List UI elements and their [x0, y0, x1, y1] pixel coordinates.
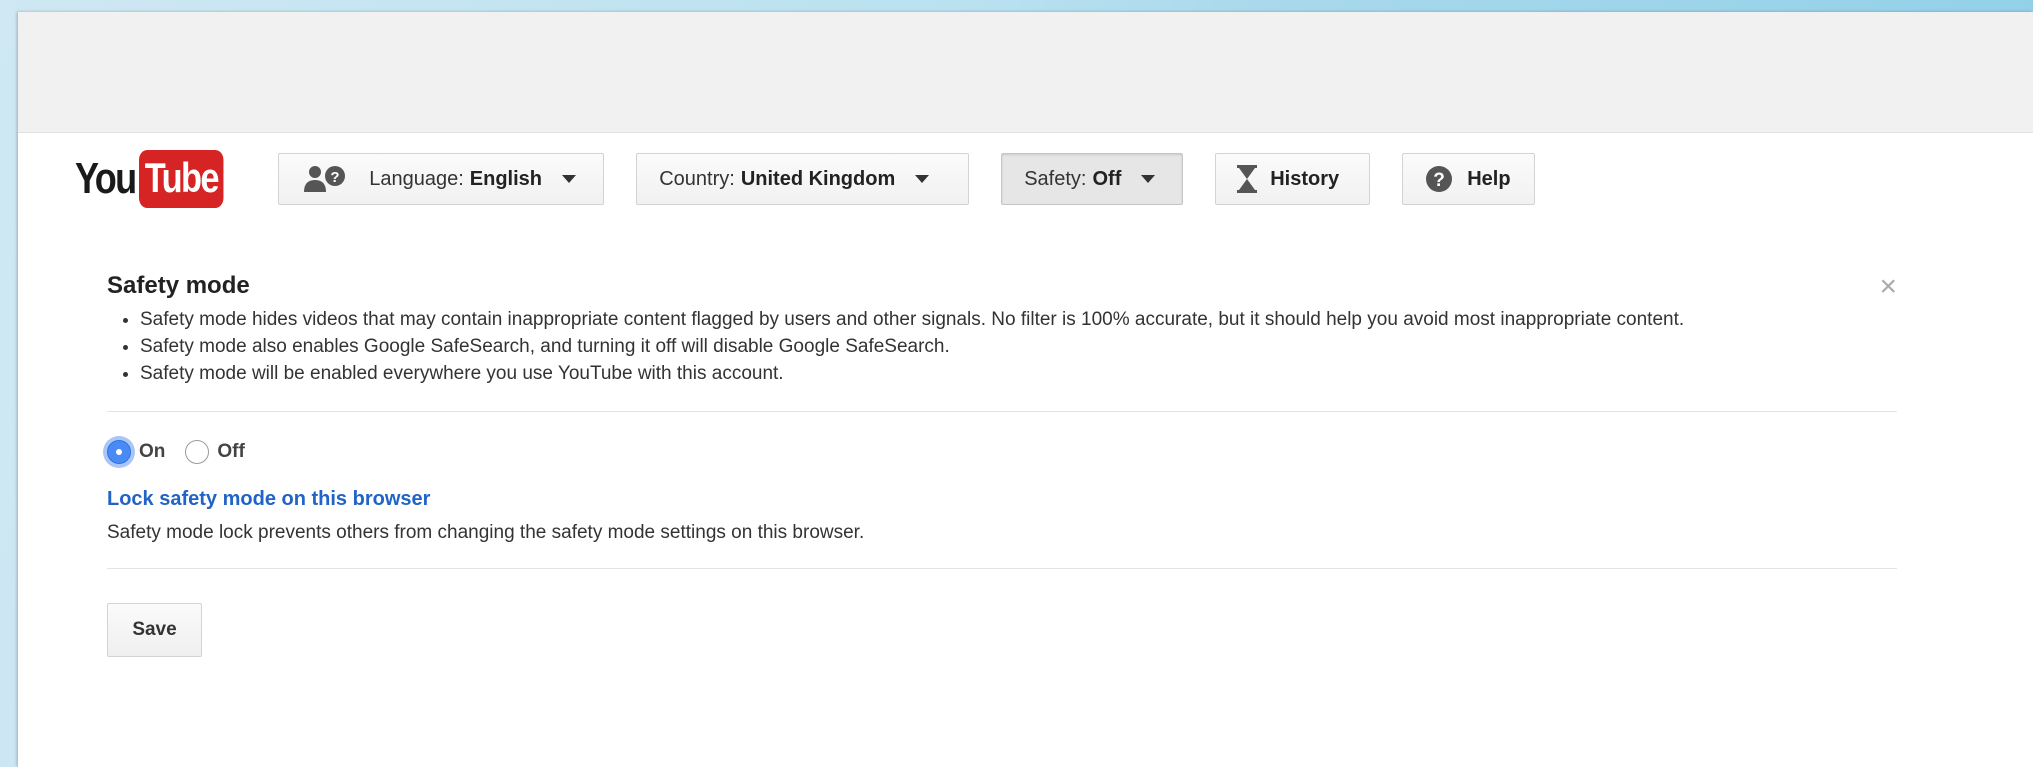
history-button[interactable]: History: [1215, 153, 1371, 205]
history-label: History: [1270, 167, 1340, 190]
info-list: Safety mode hides videos that may contai…: [107, 306, 1897, 387]
radio-off-circle[interactable]: [185, 440, 210, 464]
youtube-logo[interactable]: You Tube: [75, 149, 242, 209]
panel-title: Safety mode: [107, 272, 250, 299]
language-value: English: [469, 167, 542, 190]
hourglass-icon: [1236, 164, 1258, 194]
language-label: Language:: [369, 167, 464, 190]
chevron-down-icon: [915, 175, 930, 183]
country-label: Country:: [659, 167, 735, 190]
safety-label: Safety:: [1024, 167, 1087, 190]
divider: [107, 411, 1897, 412]
help-button[interactable]: ? Help: [1402, 153, 1536, 205]
question-circle-icon: ?: [1425, 165, 1453, 193]
divider: [107, 568, 1897, 569]
language-button[interactable]: ? Language: English: [278, 153, 605, 205]
radio-off-label: Off: [217, 441, 245, 462]
safety-radio-group: On Off: [107, 432, 1897, 472]
lock-safety-mode-link[interactable]: Lock safety mode on this browser: [107, 484, 1897, 514]
chevron-down-icon: [562, 175, 576, 183]
safety-value: Off: [1092, 167, 1122, 190]
lock-description: Safety mode lock prevents others from ch…: [107, 522, 865, 543]
footer-toolbar: You Tube ? Language: English Country: Un…: [75, 149, 1567, 209]
country-button[interactable]: Country: United Kingdom: [636, 153, 970, 205]
svg-text:?: ?: [1433, 170, 1445, 191]
logo-tube-text: Tube: [139, 150, 224, 208]
radio-on[interactable]: On: [107, 440, 165, 464]
chevron-down-icon: [1141, 175, 1156, 183]
radio-on-circle[interactable]: [107, 440, 131, 464]
country-value: United Kingdom: [740, 167, 896, 190]
radio-off[interactable]: Off: [185, 440, 245, 464]
list-item: Safety mode will be enabled everywhere y…: [140, 360, 1897, 387]
logo-you-text: You: [75, 154, 137, 203]
list-item: Safety mode also enables Google SafeSear…: [140, 333, 1897, 360]
page-header-band: [18, 12, 2033, 133]
radio-on-label: On: [139, 441, 166, 462]
close-icon[interactable]: ×: [1879, 272, 1897, 302]
save-button[interactable]: Save: [107, 603, 202, 657]
help-label: Help: [1467, 167, 1511, 190]
svg-text:?: ?: [331, 169, 340, 186]
safety-button[interactable]: Safety: Off: [1001, 153, 1184, 205]
people-question-icon: ?: [301, 164, 347, 194]
safety-mode-panel: Safety mode × Safety mode hides videos t…: [107, 270, 1897, 657]
list-item: Safety mode hides videos that may contai…: [140, 306, 1897, 333]
